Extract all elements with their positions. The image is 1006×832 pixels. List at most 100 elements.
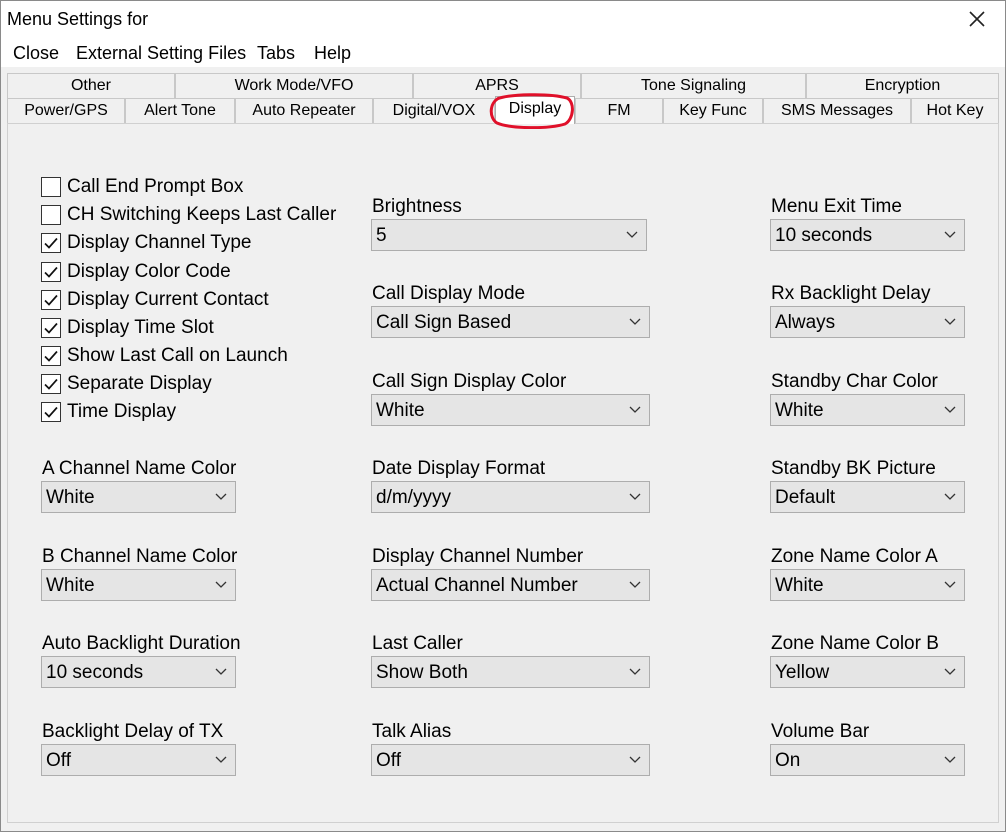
- talk-alias-dropdown[interactable]: Off: [371, 744, 650, 776]
- chevron-down-icon: [944, 668, 956, 675]
- display-channel-number-label: Display Channel Number: [372, 546, 584, 567]
- menu-settings-window: Menu Settings for Close External Setting…: [0, 0, 1006, 832]
- checkbox-display-color-code[interactable]: Display Color Code: [41, 261, 231, 283]
- chevron-down-icon: [944, 406, 956, 413]
- dropdown-value: 10 seconds: [775, 225, 873, 246]
- standby-bk-picture-dropdown[interactable]: Default: [770, 481, 965, 513]
- menu-tabs[interactable]: Tabs: [257, 43, 295, 64]
- checkbox-label: Display Channel Type: [67, 232, 252, 253]
- display-channel-number-dropdown[interactable]: Actual Channel Number: [371, 569, 650, 601]
- a-channel-name-color-label: A Channel Name Color: [42, 458, 237, 479]
- menu-exit-time-dropdown[interactable]: 10 seconds: [770, 219, 965, 251]
- chevron-down-icon: [215, 756, 227, 763]
- chevron-down-icon: [629, 756, 641, 763]
- checkmark-icon: [44, 237, 58, 249]
- tab-key-func[interactable]: Key Func: [663, 98, 763, 123]
- b-channel-name-color-dropdown[interactable]: White: [41, 569, 236, 601]
- auto-backlight-duration-dropdown[interactable]: 10 seconds: [41, 656, 236, 688]
- checkbox-call-end-prompt-box[interactable]: Call End Prompt Box: [41, 176, 243, 198]
- tab-tone-signaling[interactable]: Tone Signaling: [581, 73, 806, 98]
- dropdown-value: Show Both: [376, 662, 468, 683]
- volume-bar-dropdown[interactable]: On: [770, 744, 965, 776]
- zone-name-color-a-dropdown[interactable]: White: [770, 569, 965, 601]
- menu-exit-time-label: Menu Exit Time: [771, 196, 902, 217]
- checkbox-box[interactable]: [41, 233, 61, 253]
- checkmark-icon: [44, 350, 58, 362]
- checkbox-box[interactable]: [41, 205, 61, 225]
- chevron-down-icon: [944, 581, 956, 588]
- a-channel-name-color-dropdown[interactable]: White: [41, 481, 236, 513]
- checkbox-label: Display Current Contact: [67, 289, 269, 310]
- checkbox-show-last-call-on-launch[interactable]: Show Last Call on Launch: [41, 345, 288, 367]
- auto-backlight-duration-label: Auto Backlight Duration: [42, 633, 241, 654]
- tab-digital-vox[interactable]: Digital/VOX: [373, 98, 495, 123]
- menu-help[interactable]: Help: [314, 43, 351, 64]
- brightness-dropdown[interactable]: 5: [371, 219, 647, 251]
- rx-backlight-delay-label: Rx Backlight Delay: [771, 283, 931, 304]
- checkbox-display-time-slot[interactable]: Display Time Slot: [41, 317, 214, 339]
- tab-work-mode-vfo[interactable]: Work Mode/VFO: [175, 73, 413, 98]
- checkbox-box[interactable]: [41, 290, 61, 310]
- chevron-down-icon: [944, 756, 956, 763]
- checkbox-label: Separate Display: [67, 373, 212, 394]
- tab-alert-tone[interactable]: Alert Tone: [125, 98, 235, 123]
- checkbox-label: Show Last Call on Launch: [67, 345, 288, 366]
- tab-fm[interactable]: FM: [575, 98, 663, 123]
- standby-char-color-dropdown[interactable]: White: [770, 394, 965, 426]
- checkbox-box[interactable]: [41, 318, 61, 338]
- checkbox-display-channel-type[interactable]: Display Channel Type: [41, 232, 251, 254]
- menu-external-setting-files[interactable]: External Setting Files: [76, 43, 246, 64]
- dropdown-value: White: [46, 487, 95, 508]
- tab-power-gps[interactable]: Power/GPS: [7, 98, 125, 123]
- last-caller-dropdown[interactable]: Show Both: [371, 656, 650, 688]
- tab-auto-repeater[interactable]: Auto Repeater: [235, 98, 373, 123]
- window-title: Menu Settings for: [7, 9, 149, 29]
- zone-name-color-b-label: Zone Name Color B: [771, 633, 939, 654]
- tab-encryption[interactable]: Encryption: [806, 73, 999, 98]
- dropdown-value: Off: [376, 750, 401, 771]
- zone-name-color-b-dropdown[interactable]: Yellow: [770, 656, 965, 688]
- tab-aprs[interactable]: APRS: [413, 73, 581, 98]
- call-sign-display-color-dropdown[interactable]: White: [371, 394, 650, 426]
- dropdown-value: White: [376, 400, 425, 421]
- tab-display[interactable]: Display: [495, 96, 575, 124]
- volume-bar-label: Volume Bar: [771, 721, 870, 742]
- dropdown-value: White: [775, 400, 824, 421]
- checkbox-time-display[interactable]: Time Display: [41, 401, 176, 423]
- dropdown-value: Always: [775, 312, 836, 333]
- chevron-down-icon: [944, 231, 956, 238]
- close-icon[interactable]: [965, 7, 989, 31]
- checkbox-ch-switching-keeps-last-caller[interactable]: CH Switching Keeps Last Caller: [41, 204, 336, 226]
- tab-hot-key[interactable]: Hot Key: [911, 98, 999, 123]
- checkbox-box[interactable]: [41, 262, 61, 282]
- checkbox-separate-display[interactable]: Separate Display: [41, 373, 212, 395]
- dropdown-value: d/m/yyyy: [376, 487, 451, 508]
- checkbox-box[interactable]: [41, 402, 61, 422]
- dropdown-value: White: [775, 575, 824, 596]
- talk-alias-label: Talk Alias: [372, 721, 452, 742]
- call-display-mode-dropdown[interactable]: Call Sign Based: [371, 306, 650, 338]
- menu-bar: Close External Setting Files Tabs Help: [1, 39, 1005, 67]
- checkbox-box[interactable]: [41, 374, 61, 394]
- chevron-down-icon: [629, 318, 641, 325]
- rx-backlight-delay-dropdown[interactable]: Always: [770, 306, 965, 338]
- checkbox-label: Display Color Code: [67, 261, 231, 282]
- dropdown-value: Yellow: [775, 662, 830, 683]
- dropdown-value: Off: [46, 750, 71, 771]
- checkbox-box[interactable]: [41, 346, 61, 366]
- checkbox-box[interactable]: [41, 177, 61, 197]
- dropdown-value: 5: [376, 225, 387, 246]
- dropdown-value: Actual Channel Number: [376, 575, 578, 596]
- tab-other[interactable]: Other: [7, 73, 175, 98]
- b-channel-name-color-label: B Channel Name Color: [42, 546, 238, 567]
- menu-close[interactable]: Close: [13, 43, 59, 64]
- chevron-down-icon: [629, 406, 641, 413]
- chevron-down-icon: [629, 493, 641, 500]
- tab-row-2: Power/GPS Alert Tone Auto Repeater Digit…: [7, 96, 999, 124]
- chevron-down-icon: [944, 493, 956, 500]
- backlight-delay-of-tx-dropdown[interactable]: Off: [41, 744, 236, 776]
- last-caller-label: Last Caller: [372, 633, 463, 654]
- tab-sms-messages[interactable]: SMS Messages: [763, 98, 911, 123]
- date-display-format-dropdown[interactable]: d/m/yyyy: [371, 481, 650, 513]
- checkbox-display-current-contact[interactable]: Display Current Contact: [41, 289, 269, 311]
